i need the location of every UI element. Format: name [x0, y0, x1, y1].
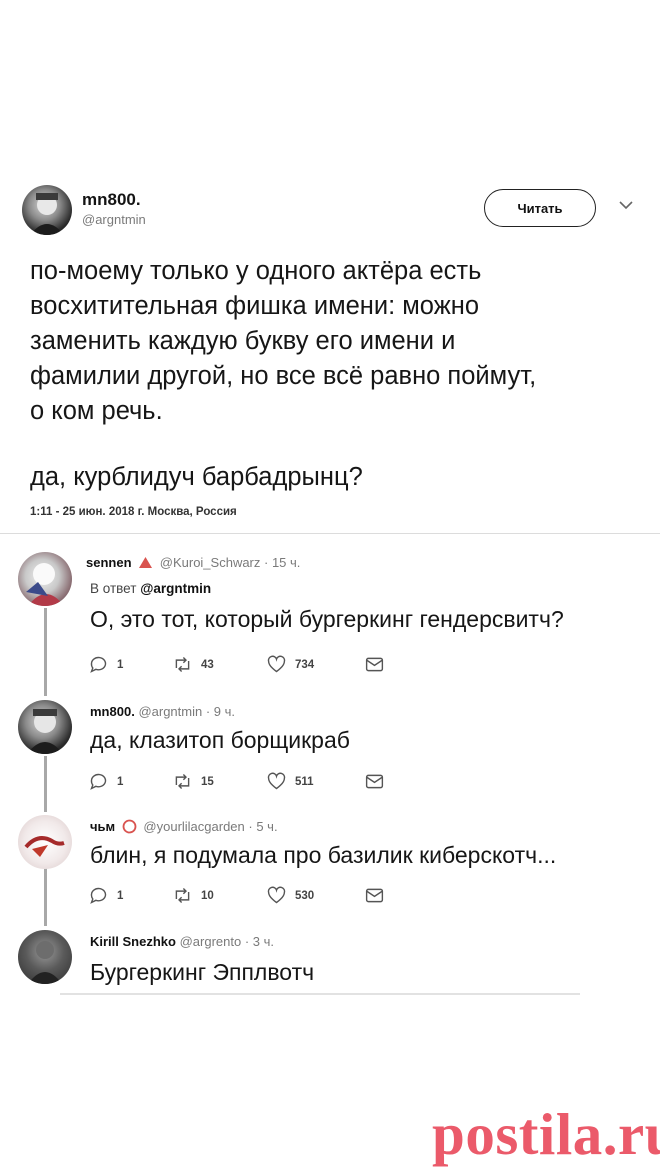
direct-message-button[interactable]: [364, 654, 385, 675]
retweet-count: 10: [201, 889, 214, 902]
envelope-icon: [365, 657, 384, 672]
reply-display-name[interactable]: mn800.: [90, 704, 135, 719]
reply-actions: 1 10 530: [88, 885, 385, 906]
reply-count: 1: [117, 889, 124, 902]
retweet-icon: [175, 774, 190, 789]
thread-line: [44, 608, 47, 696]
reply-time[interactable]: · 5 ч.: [248, 819, 277, 834]
warning-triangle-icon: [139, 556, 153, 571]
reply-avatar[interactable]: [18, 700, 72, 754]
like-button[interactable]: 734: [266, 654, 350, 675]
direct-message-button[interactable]: [364, 771, 385, 792]
reply-handle[interactable]: @yourlilacgarden: [143, 819, 244, 834]
heart-icon: [267, 772, 286, 790]
tweet-timestamp-location[interactable]: 1:11 - 25 июн. 2018 г. Москва, Россия: [30, 506, 237, 518]
like-button[interactable]: 511: [266, 771, 350, 792]
reply-to-handle[interactable]: @argntmin: [140, 581, 211, 596]
comment-icon: [90, 887, 107, 904]
chevron-down-icon[interactable]: [618, 198, 634, 215]
reply-button[interactable]: 1: [88, 771, 158, 792]
retweet-button[interactable]: 43: [172, 654, 252, 675]
thread-line: [44, 756, 47, 812]
heart-icon: [267, 655, 286, 673]
reply-to-label: В ответ: [90, 581, 137, 596]
divider: [0, 533, 660, 534]
author-handle[interactable]: @argntmin: [82, 212, 146, 227]
reply-text: да, клазитоп борщикраб: [90, 727, 350, 753]
reply-button[interactable]: 1: [88, 654, 158, 675]
reply-handle[interactable]: @argntmin: [138, 704, 202, 719]
reply-display-name[interactable]: чьм: [90, 819, 115, 834]
like-count: 734: [295, 658, 315, 671]
like-button[interactable]: 530: [266, 885, 350, 906]
reply-time[interactable]: · 9 ч.: [206, 704, 235, 719]
reply-avatar[interactable]: [18, 930, 72, 984]
envelope-icon: [365, 888, 384, 903]
reply-text: Бургеркинг Эпплвотч: [90, 959, 315, 985]
like-count: 530: [295, 889, 315, 902]
reply-avatar[interactable]: [18, 552, 72, 606]
comment-icon: [90, 773, 107, 790]
retweet-count: 15: [201, 775, 214, 788]
reply-actions: 1 15 511: [88, 771, 385, 792]
reply-button[interactable]: 1: [88, 885, 158, 906]
tweet-text-question: да, курблидуч барбадрынц?: [30, 463, 363, 491]
like-count: 511: [295, 775, 314, 788]
circle-icon: [122, 819, 137, 837]
retweet-icon: [175, 657, 190, 672]
author-display-name[interactable]: mn800.: [82, 190, 141, 210]
envelope-icon: [365, 774, 384, 789]
retweet-button[interactable]: 15: [172, 771, 252, 792]
follow-button[interactable]: Читать: [484, 189, 596, 227]
reply-avatar[interactable]: [18, 815, 72, 869]
reply-handle[interactable]: @argrento: [180, 934, 242, 949]
reply-time[interactable]: · 3 ч.: [245, 934, 274, 949]
reply-text: О, это тот, который бургеркинг гендерсви…: [90, 606, 564, 632]
retweet-button[interactable]: 10: [172, 885, 252, 906]
reply-count: 1: [117, 658, 124, 671]
direct-message-button[interactable]: [364, 885, 385, 906]
reply-actions: 1 43 734: [88, 654, 385, 675]
comment-icon: [90, 656, 107, 673]
author-avatar[interactable]: [22, 185, 72, 235]
thread-line: [44, 868, 47, 926]
reply-handle[interactable]: @Kuroi_Schwarz: [160, 555, 261, 570]
watermark-logo: postila.ru: [432, 1101, 660, 1167]
retweet-count: 43: [201, 658, 214, 671]
reply-display-name[interactable]: Kirill Snezhko: [90, 934, 176, 949]
divider: [60, 993, 580, 995]
retweet-icon: [175, 888, 190, 903]
reply-count: 1: [117, 775, 124, 788]
reply-time[interactable]: · 15 ч.: [264, 555, 300, 570]
reply-text: блин, я подумала про базилик киберскотч.…: [90, 842, 557, 868]
tweet-text: по-моему только у одного актёра есть вос…: [30, 257, 537, 425]
heart-icon: [267, 886, 286, 904]
reply-display-name[interactable]: sennen: [86, 555, 132, 570]
